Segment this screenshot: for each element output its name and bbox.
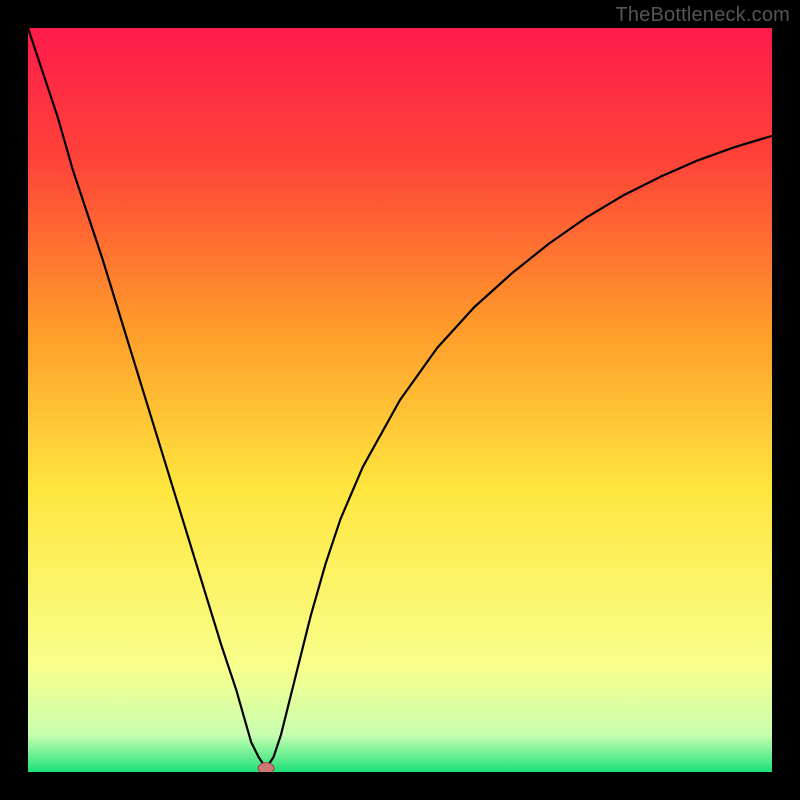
notch-marker <box>258 763 274 772</box>
chart-svg <box>28 28 772 772</box>
chart-frame: TheBottleneck.com <box>0 0 800 800</box>
watermark-text: TheBottleneck.com <box>615 4 790 27</box>
plot-area <box>28 28 772 772</box>
